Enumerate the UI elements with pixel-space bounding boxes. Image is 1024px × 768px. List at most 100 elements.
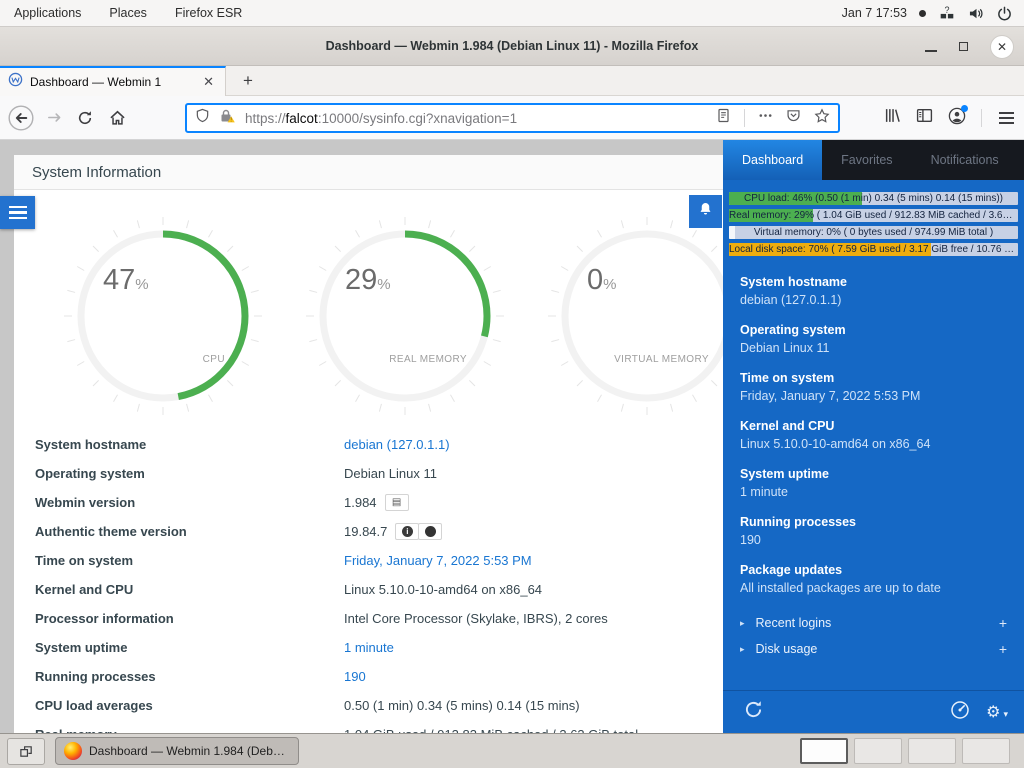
- window-switcher-button[interactable]: [7, 738, 45, 765]
- settings-gear-icon[interactable]: ⚙▾: [986, 702, 1008, 722]
- navigation-toolbar: ! https://falcot:10000/sysinfo.cgi?xnavi…: [0, 96, 1024, 140]
- close-button[interactable]: ✕: [990, 35, 1014, 59]
- url-text[interactable]: https://falcot:10000/sysinfo.cgi?xnaviga…: [245, 111, 517, 126]
- menu-icon[interactable]: [997, 110, 1016, 126]
- row-value[interactable]: 190: [344, 669, 366, 684]
- gauge-virtual-memory: 0%VIRTUAL MEMORY: [547, 216, 723, 416]
- sidebar-toggle-icon[interactable]: [916, 107, 933, 129]
- back-button[interactable]: [8, 105, 34, 131]
- resource-bar: CPU load: 46% (0.50 (1 min) 0.34 (5 mins…: [729, 192, 1018, 205]
- power-icon[interactable]: [997, 6, 1012, 21]
- sidebar-info-item: Time on systemFriday, January 7, 2022 5:…: [740, 370, 1007, 404]
- row-label: Running processes: [14, 669, 344, 684]
- home-button[interactable]: [109, 109, 126, 126]
- row-value-text: 190: [344, 669, 366, 684]
- tab-bar: Dashboard — Webmin 1 ✕ +: [0, 66, 1024, 96]
- info-value: Linux 5.10.0-10-amd64 on x86_64: [740, 436, 1007, 452]
- table-row: Webmin version1.984▤: [14, 488, 723, 517]
- new-tab-button[interactable]: +: [236, 69, 260, 93]
- row-value[interactable]: Friday, January 7, 2022 5:53 PM: [344, 553, 532, 568]
- applications-menu[interactable]: Applications: [0, 0, 95, 26]
- dashboard-gauge-icon[interactable]: [950, 700, 970, 725]
- info-value: Friday, January 7, 2022 5:53 PM: [740, 388, 1007, 404]
- expand-plus-icon[interactable]: +: [999, 615, 1007, 631]
- sidebar-tab-notifications[interactable]: Notifications: [912, 140, 1018, 180]
- clock[interactable]: Jan 7 17:53: [842, 6, 907, 20]
- gauge-percent-sign: %: [377, 276, 390, 293]
- sidebar-section-recent-logins[interactable]: ▸Recent logins+: [723, 610, 1024, 636]
- row-value-text: 19.84.7: [344, 524, 387, 539]
- sidebar-info-item: Running processes190: [740, 514, 1007, 548]
- gauge-percent-value: 47: [103, 264, 135, 296]
- workspace-cell[interactable]: [908, 738, 956, 764]
- reader-mode-icon[interactable]: [716, 108, 731, 128]
- urlbar-separator: [744, 109, 745, 127]
- tracking-shield-icon[interactable]: [195, 108, 210, 128]
- workspace-switcher: [800, 738, 1010, 764]
- info-label: Kernel and CPU: [740, 418, 1007, 434]
- webmin-sidebar: DashboardFavoritesNotifications CPU load…: [723, 140, 1024, 733]
- forward-button[interactable]: [46, 109, 63, 126]
- row-value-text: 1 minute: [344, 640, 394, 655]
- gnome-top-bar: Applications Places Firefox ESR Jan 7 17…: [0, 0, 1024, 27]
- account-icon[interactable]: [948, 107, 966, 130]
- sidebar-sections: ▸Recent logins+▸Disk usage+: [723, 610, 1024, 662]
- row-label: Kernel and CPU: [14, 582, 344, 597]
- page-actions-icon[interactable]: [758, 108, 773, 128]
- url-bar[interactable]: ! https://falcot:10000/sysinfo.cgi?xnavi…: [185, 103, 840, 133]
- workspace-cell[interactable]: [854, 738, 902, 764]
- tab-close-icon[interactable]: ✕: [200, 74, 217, 90]
- resource-bar-text: Real memory: 29% ( 1.04 GiB used / 912.8…: [729, 209, 1018, 222]
- bookmark-star-icon[interactable]: [814, 108, 830, 129]
- taskbar-window-button[interactable]: Dashboard — Webmin 1.984 (Deb…: [55, 737, 299, 765]
- resource-bar-text: Virtual memory: 0% ( 0 bytes used / 974.…: [729, 226, 1018, 239]
- book-icon: ▤: [392, 498, 401, 508]
- row-value-text: Linux 5.10.0-10-amd64 on x86_64: [344, 582, 542, 597]
- sidebar-tab-dashboard[interactable]: Dashboard: [723, 140, 822, 180]
- expand-plus-icon[interactable]: +: [999, 641, 1007, 657]
- row-value-text: debian (127.0.1.1): [344, 437, 450, 452]
- sidebar-info-list: System hostnamedebian (127.0.1.1)Operati…: [723, 264, 1024, 596]
- row-github-button[interactable]: [418, 523, 442, 540]
- row-value[interactable]: 1 minute: [344, 640, 394, 655]
- window-titlebar[interactable]: Dashboard — Webmin 1.984 (Debian Linux 1…: [0, 27, 1024, 66]
- row-label: Operating system: [14, 466, 344, 481]
- refresh-icon[interactable]: [743, 699, 764, 725]
- workspace-cell[interactable]: [800, 738, 848, 764]
- resource-bar: Local disk space: 70% ( 7.59 GiB used / …: [729, 243, 1018, 256]
- info-label: System uptime: [740, 466, 1007, 482]
- maximize-button[interactable]: [959, 42, 968, 51]
- workspace-cell[interactable]: [962, 738, 1010, 764]
- chevron-down-icon: ▾: [1003, 709, 1008, 719]
- bell-icon: [698, 201, 713, 222]
- network-question-icon[interactable]: ?: [938, 5, 956, 21]
- menu-toggle-button[interactable]: [0, 196, 35, 229]
- reload-button[interactable]: [77, 110, 93, 126]
- row-info-button[interactable]: i: [395, 523, 419, 540]
- sidebar-info-item: Kernel and CPU Linux 5.10.0-10-amd64 on x…: [740, 418, 1007, 452]
- lock-warning-icon[interactable]: !: [219, 108, 237, 129]
- row-value-text: 1.984: [344, 495, 377, 510]
- info-label: Operating system: [740, 322, 1007, 338]
- minimize-button[interactable]: [925, 50, 937, 52]
- gauge-percent: 47%: [103, 264, 149, 297]
- gauge-percent: 0%: [587, 264, 616, 297]
- account-badge: [961, 105, 968, 112]
- info-value: All installed packages are up to date: [740, 580, 1007, 596]
- row-value[interactable]: debian (127.0.1.1): [344, 437, 450, 452]
- volume-icon[interactable]: [968, 6, 985, 21]
- pocket-icon[interactable]: [786, 108, 801, 128]
- places-menu[interactable]: Places: [95, 0, 161, 26]
- table-row: Real memory1.04 GiB used / 912.83 MiB ca…: [14, 720, 723, 733]
- firefox-esr-menu[interactable]: Firefox ESR: [161, 0, 256, 26]
- table-row: Processor informationIntel Core Processo…: [14, 604, 723, 633]
- row-book-button[interactable]: ▤: [385, 494, 409, 511]
- notifications-bell-button[interactable]: [689, 195, 722, 228]
- sidebar-tab-favorites[interactable]: Favorites: [822, 140, 911, 180]
- svg-text:?: ?: [944, 5, 949, 15]
- browser-tab[interactable]: Dashboard — Webmin 1 ✕: [0, 66, 226, 96]
- info-value: debian (127.0.1.1): [740, 292, 1007, 308]
- sidebar-section-disk-usage[interactable]: ▸Disk usage+: [723, 636, 1024, 662]
- library-icon[interactable]: [884, 107, 901, 129]
- sidebar-info-item: System uptime1 minute: [740, 466, 1007, 500]
